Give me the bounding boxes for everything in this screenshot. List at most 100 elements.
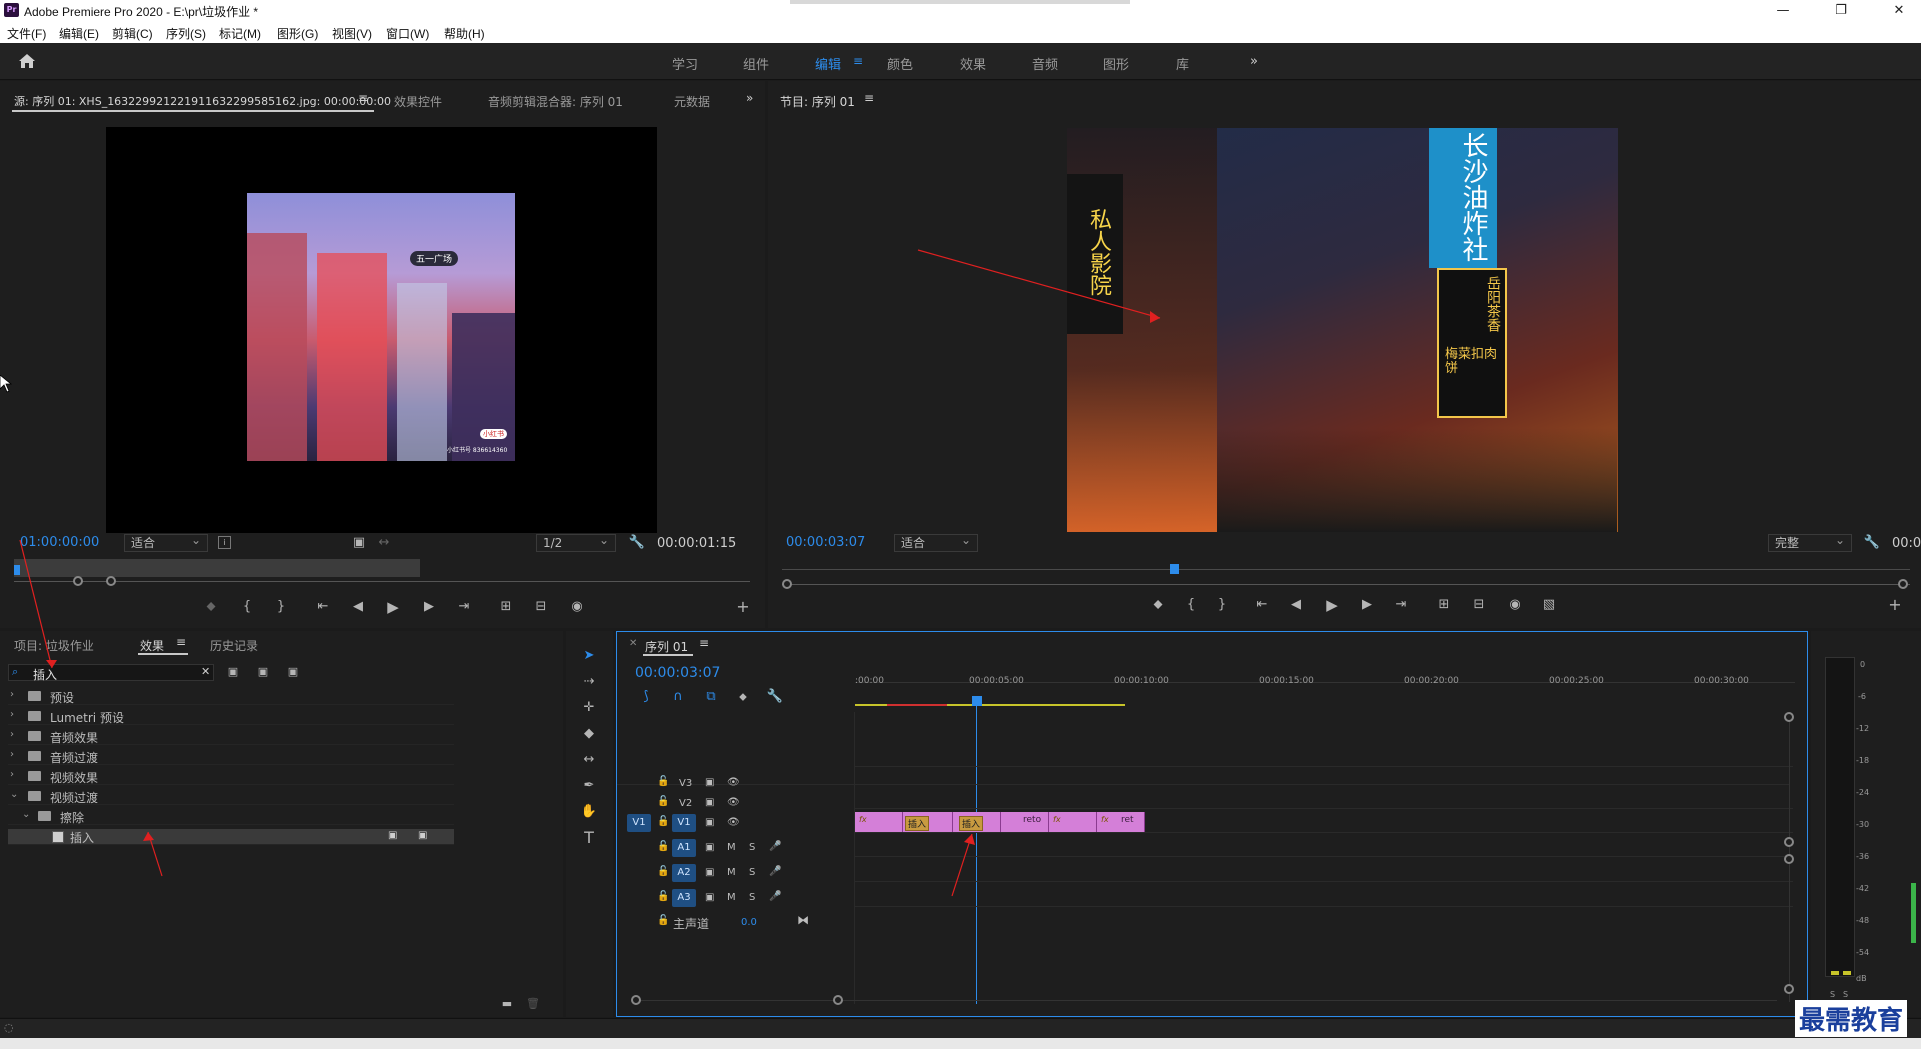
track-select-tool-icon[interactable]: ⇢ [580,673,598,691]
meter-solo-left[interactable]: S [1830,990,1835,999]
tab-sequence[interactable]: 序列 01 [645,638,688,655]
lock-icon[interactable]: 🔓 [657,891,669,902]
collapse-arrow-icon[interactable]: › [10,769,14,780]
vscroll-handle-bottom[interactable] [1784,984,1794,994]
vscroll-handle-audio[interactable] [1784,854,1794,864]
sync-lock-icon[interactable]: ▣ [705,797,714,808]
32bit-effects-icon[interactable]: ▣ [254,663,272,681]
restore-button[interactable]: ❐ [1818,2,1864,19]
step-back-icon[interactable]: ◀ [1287,596,1305,614]
program-zoom-track[interactable] [782,584,1910,585]
collapse-arrow-icon[interactable]: › [10,709,14,720]
solo-button[interactable]: S [749,842,755,853]
video-clip[interactable]: reto [1001,812,1049,832]
source-resolution-select[interactable]: 1/2 [536,532,616,552]
insert-icon[interactable]: ⊞ [497,598,515,616]
source-zoom-handle-left[interactable] [73,576,83,586]
play-icon[interactable]: ▶ [1323,596,1341,614]
track-target-a1[interactable]: A1 [672,839,696,857]
home-icon[interactable] [18,53,36,69]
program-scrub-track[interactable] [782,569,1910,570]
add-marker-icon[interactable]: ⬥ [202,598,220,616]
mute-button[interactable]: M [727,892,736,903]
snap-magnet-icon[interactable]: ∩ [669,688,687,706]
source-patch-v1[interactable]: V1 [627,814,651,832]
settings-toggle-icon[interactable]: i [218,536,231,549]
source-zoom-track[interactable] [14,581,750,582]
source-timecode[interactable]: 01:00:00:00 [20,535,99,550]
wrench-icon[interactable]: 🔧 [628,534,646,552]
close-tab-icon[interactable]: ✕ [629,638,637,649]
go-to-in-icon[interactable]: ⇤ [1253,596,1271,614]
effects-folder-presets[interactable]: › 预设 [8,689,454,705]
mute-button[interactable]: M [727,867,736,878]
source-playhead[interactable] [14,565,20,575]
expand-arrow-icon[interactable]: ⌄ [10,789,18,800]
effects-folder-video-transitions[interactable]: ⌄ 视频过渡 [8,789,454,805]
sync-lock-icon[interactable]: ▣ [705,867,714,878]
minimize-button[interactable]: — [1760,2,1806,19]
hand-tool-icon[interactable]: ✋ [580,803,598,821]
voiceover-mic-icon[interactable]: 🎤 [769,866,781,877]
add-marker-icon[interactable]: ⬥ [1149,596,1167,614]
play-icon[interactable]: ▶ [384,598,402,616]
master-bypass-icon[interactable]: ⧓ [797,913,809,927]
voiceover-mic-icon[interactable]: 🎤 [769,841,781,852]
export-frame-icon[interactable]: ▣ [350,534,368,552]
menu-sequence[interactable]: 序列(S) [166,25,206,42]
workspace-learn[interactable]: 学习 [672,54,698,73]
sync-lock-icon[interactable]: ▣ [705,777,714,788]
collapse-arrow-icon[interactable]: › [10,689,14,700]
menu-file[interactable]: 文件(F) [7,25,46,42]
effects-folder-audio-transitions[interactable]: › 音频过渡 [8,749,454,765]
video-clip[interactable]: fx [855,812,903,832]
menu-marker[interactable]: 标记(M) [219,25,261,42]
add-button-icon[interactable]: + [1886,596,1904,614]
step-forward-icon[interactable]: ▶ [1358,596,1376,614]
go-to-out-icon[interactable]: ⇥ [1392,596,1410,614]
menu-window[interactable]: 窗口(W) [386,25,429,42]
type-tool-icon[interactable]: T [580,829,598,847]
mark-in-icon[interactable]: { [238,598,256,616]
effects-search-box[interactable]: ⌕ 插入 ✕ [8,664,214,682]
add-marker-icon[interactable]: ⬥ [734,688,752,706]
mark-out-icon[interactable]: } [272,598,290,616]
razor-tool-icon[interactable]: ◆ [580,725,598,743]
camera-icon[interactable]: ◉ [1506,596,1524,614]
menu-help[interactable]: 帮助(H) [444,25,485,42]
voiceover-mic-icon[interactable]: 🎤 [769,891,781,902]
expand-arrow-icon[interactable]: ⌄ [22,809,30,820]
tab-effect-controls[interactable]: 效果控件 [394,93,442,110]
go-to-out-icon[interactable]: ⇥ [455,598,473,616]
transition-insert-label[interactable]: 插入 [959,816,984,831]
video-clip[interactable]: 插入 [953,812,1001,832]
track-target-a3[interactable]: A3 [672,889,696,907]
sync-lock-icon[interactable]: ▣ [705,892,714,903]
collapse-arrow-icon[interactable]: › [10,749,14,760]
effect-item-insert[interactable]: 插入 ▣ ▣ [8,829,454,845]
effects-folder-wipe[interactable]: ⌄ 擦除 [8,809,454,825]
selection-tool-icon[interactable]: ➤ [580,647,598,665]
tab-source[interactable]: 源: 序列 01: XHS_16322992122191163229958516… [14,93,391,109]
lock-icon[interactable]: 🔓 [657,841,669,852]
track-target-a2[interactable]: A2 [672,864,696,882]
workspace-color[interactable]: 颜色 [887,54,913,73]
tab-program[interactable]: 节目: 序列 01 [780,93,855,110]
video-clip[interactable]: fx ret [1097,812,1145,832]
program-tab-menu-icon[interactable]: ≡ [864,91,874,105]
source-zoom-handle-right[interactable] [106,576,116,586]
sync-lock-icon[interactable]: ▣ [705,842,714,853]
menu-edit[interactable]: 编辑(E) [59,25,99,42]
go-to-in-icon[interactable]: ⇤ [314,598,332,616]
program-playhead[interactable] [1170,564,1179,574]
program-zoom-handle-right[interactable] [1898,579,1908,589]
eye-icon[interactable]: 👁 [727,817,740,828]
camera-icon[interactable]: ◉ [568,598,586,616]
source-more-icon[interactable]: » [746,91,753,105]
program-quality-select[interactable]: 完整 [1768,532,1852,552]
program-fit-select[interactable]: 适合 [894,532,978,552]
accelerated-effects-icon[interactable]: ▣ [224,663,242,681]
overwrite-icon[interactable]: ⊟ [532,598,550,616]
linked-selection-icon[interactable]: ⧉ [702,688,720,706]
lock-icon[interactable]: 🔓 [657,776,669,787]
